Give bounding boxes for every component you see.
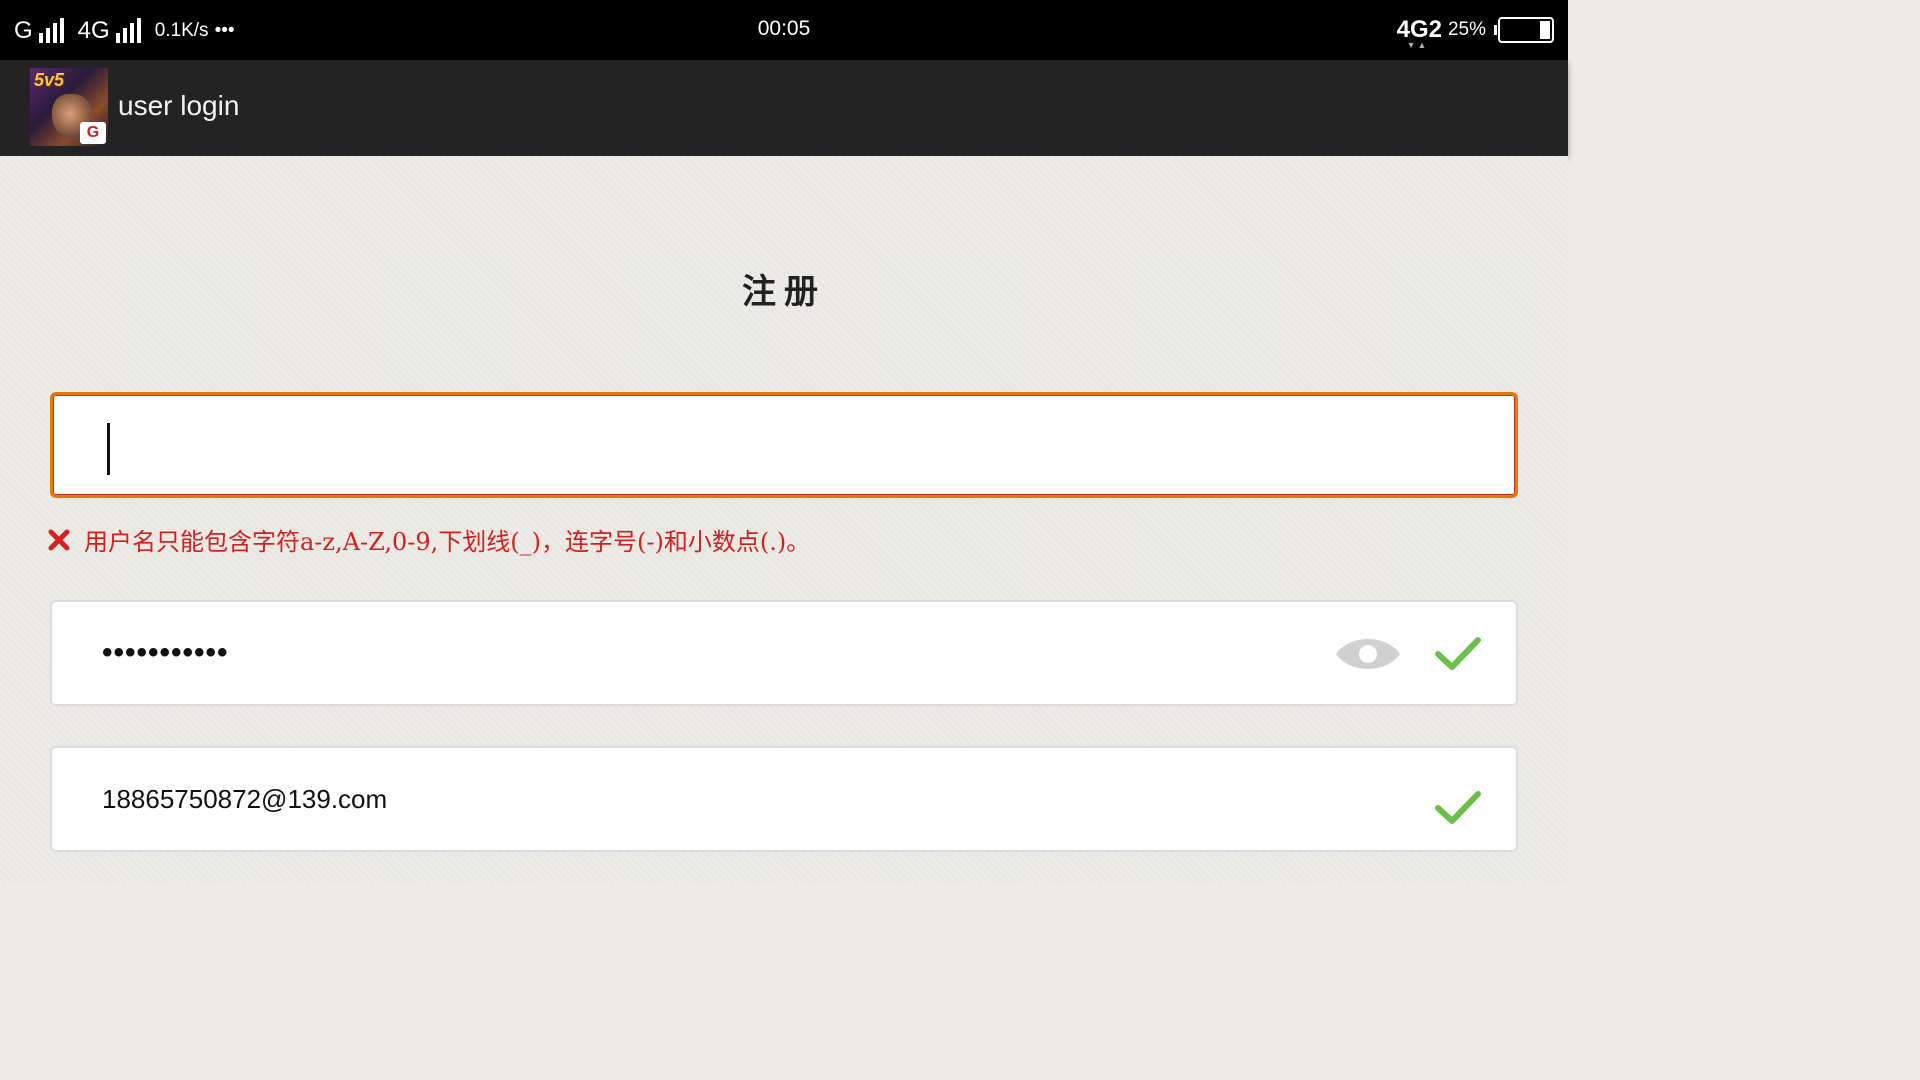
username-error-text: 用户名只能包含字符a-z,A-Z,0-9,下划线(_)，连字号(-)和小数点(.…	[84, 528, 811, 556]
status-right: 4G2 ▼▲ 25%	[1396, 12, 1554, 50]
network-type: 4G2 ▼▲	[1396, 16, 1442, 50]
battery-percent: 25%	[1447, 19, 1486, 40]
data-arrows-icon: ▼▲	[1406, 40, 1429, 50]
username-field[interactable]	[50, 392, 1518, 498]
clock: 00:05	[757, 17, 811, 40]
close-x-icon	[48, 529, 70, 550]
email-field[interactable]: 18865750872@139.com	[50, 746, 1518, 852]
app-logo-icon[interactable]: 5v5 G	[30, 68, 108, 146]
garena-logo-icon: G	[80, 122, 106, 144]
password-input[interactable]: •••••••••••	[102, 602, 229, 704]
username-error: 用户名只能包含字符a-z,A-Z,0-9,下划线(_)，连字号(-)和小数点(.…	[48, 522, 810, 557]
status-bar: G 4G 0.1K/s ••• 00:05 4G2 ▼▲ 25%	[0, 0, 1568, 60]
password-field[interactable]: •••••••••••	[50, 600, 1518, 706]
network-label: 4G2	[1396, 16, 1442, 43]
app-bar: 5v5 G user login	[0, 60, 1568, 156]
check-icon	[1435, 637, 1481, 670]
check-icon	[1435, 791, 1481, 824]
register-form: 注册 用户名只能包含字符a-z,A-Z,0-9,下划线(_)，连字号(-)和小数…	[0, 156, 1568, 882]
page-title: 注册	[742, 272, 826, 312]
email-input[interactable]: 18865750872@139.com	[102, 748, 387, 850]
app-logo-badge: 5v5	[34, 70, 65, 90]
text-caret	[107, 423, 110, 475]
eye-icon[interactable]	[1334, 632, 1402, 676]
app-title: user login	[118, 90, 240, 121]
battery-icon	[1494, 17, 1554, 43]
